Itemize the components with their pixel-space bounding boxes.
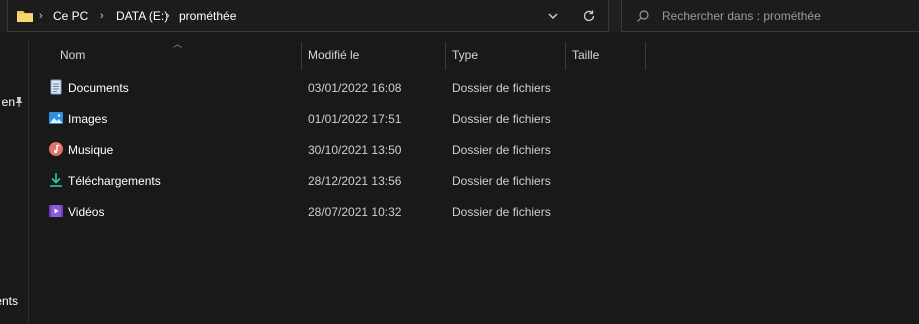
downloads-folder-icon bbox=[48, 172, 64, 188]
file-type: Dossier de fichiers bbox=[452, 205, 551, 219]
file-type: Dossier de fichiers bbox=[452, 174, 551, 188]
column-divider[interactable] bbox=[645, 42, 646, 70]
file-type: Dossier de fichiers bbox=[452, 143, 551, 157]
address-bar[interactable]: › Ce PC › DATA (E:) › prométhée bbox=[7, 0, 609, 32]
file-row-images[interactable]: Images 01/01/2022 17:51 Dossier de fichi… bbox=[30, 103, 919, 134]
file-name: Documents bbox=[68, 81, 129, 95]
breadcrumb-current-folder[interactable]: prométhée bbox=[179, 9, 236, 23]
pin-icon bbox=[14, 96, 24, 111]
column-divider[interactable] bbox=[301, 42, 302, 70]
nav-item-quick-access[interactable]: en bbox=[2, 95, 15, 109]
file-row-downloads[interactable]: Téléchargements 28/12/2021 13:56 Dossier… bbox=[30, 165, 919, 196]
folder-icon bbox=[16, 8, 34, 27]
breadcrumb-drive[interactable]: DATA (E:) bbox=[116, 9, 168, 23]
search-box[interactable]: Rechercher dans : prométhée bbox=[621, 0, 919, 32]
sort-ascending-icon: ︿ bbox=[173, 39, 183, 49]
file-modified: 01/01/2022 17:51 bbox=[308, 112, 402, 126]
search-input[interactable]: Rechercher dans : prométhée bbox=[662, 9, 821, 23]
file-name: Téléchargements bbox=[68, 174, 161, 188]
column-modified[interactable]: Modifié le bbox=[308, 48, 359, 62]
file-type: Dossier de fichiers bbox=[452, 112, 551, 126]
column-type[interactable]: Type bbox=[452, 48, 478, 62]
music-folder-icon bbox=[48, 141, 64, 157]
file-row-music[interactable]: Musique 30/10/2021 13:50 Dossier de fich… bbox=[30, 134, 919, 165]
breadcrumb-chevron-icon[interactable]: › bbox=[100, 10, 104, 22]
file-modified: 30/10/2021 13:50 bbox=[308, 143, 402, 157]
top-bar: › Ce PC › DATA (E:) › prométhée Recherch… bbox=[0, 0, 919, 32]
column-divider[interactable] bbox=[565, 42, 566, 70]
file-name: Musique bbox=[68, 143, 114, 157]
column-header: ︿ Nom Modifié le Type Taille bbox=[30, 39, 919, 70]
videos-folder-icon bbox=[48, 203, 64, 219]
breadcrumb-this-pc[interactable]: Ce PC bbox=[53, 9, 88, 23]
file-name: Vidéos bbox=[68, 205, 105, 219]
file-type: Dossier de fichiers bbox=[452, 81, 551, 95]
file-modified: 28/07/2021 10:32 bbox=[308, 205, 402, 219]
refresh-icon[interactable] bbox=[581, 8, 597, 24]
breadcrumb-chevron-icon[interactable]: › bbox=[166, 10, 170, 22]
file-row-documents[interactable]: Documents 03/01/2022 16:08 Dossier de fi… bbox=[30, 72, 919, 103]
documents-folder-icon bbox=[48, 79, 64, 95]
column-divider[interactable] bbox=[445, 42, 446, 70]
search-icon bbox=[636, 9, 650, 26]
pictures-folder-icon bbox=[48, 110, 64, 126]
file-modified: 28/12/2021 13:56 bbox=[308, 174, 402, 188]
nav-item-documents[interactable]: ents bbox=[0, 294, 18, 308]
column-name[interactable]: Nom bbox=[60, 48, 85, 62]
chevron-down-icon[interactable] bbox=[545, 8, 561, 24]
breadcrumb-chevron-icon[interactable]: › bbox=[39, 10, 43, 22]
file-row-videos[interactable]: Vidéos 28/07/2021 10:32 Dossier de fichi… bbox=[30, 196, 919, 227]
navigation-pane: en ents bbox=[0, 40, 29, 324]
file-name: Images bbox=[68, 112, 108, 126]
file-modified: 03/01/2022 16:08 bbox=[308, 81, 402, 95]
column-size[interactable]: Taille bbox=[572, 48, 599, 62]
